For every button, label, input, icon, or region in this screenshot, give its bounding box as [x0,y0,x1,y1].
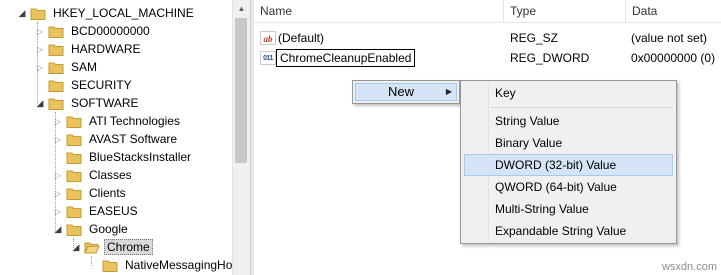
tree-item-nativemessaginghosts[interactable]: NativeMessagingHo [88,256,232,274]
menu-item-expandable-string-value[interactable]: Expandable String Value [464,220,673,242]
tree-item-label: Google [89,222,128,236]
tree-item-bluestacksinstaller[interactable]: BlueStacksInstaller [52,148,194,166]
folder-icon [66,169,82,182]
collapse-arrow-icon[interactable]: ▷ [52,202,64,220]
tree-item-label: HARDWARE [71,42,141,56]
folder-icon [66,151,82,164]
tree-item-hkey-local-machine[interactable]: ◢ HKEY_LOCAL_MACHINE [16,4,197,22]
expand-arrow-icon[interactable]: ◢ [70,238,82,256]
value-row[interactable]: ab (Default) REG_SZ (value not set) [254,28,721,48]
collapse-arrow-icon[interactable]: ▷ [34,58,46,76]
expand-arrow-icon[interactable]: ◢ [52,220,64,238]
column-header-data[interactable]: Data [626,0,721,22]
watermark: wsxdn.com [661,261,717,273]
expand-arrow-icon[interactable]: ◢ [34,94,46,112]
menu-item-binary-value[interactable]: Binary Value [464,132,673,154]
tree-item-clients[interactable]: ▷ Clients [52,184,129,202]
tree-item-label: NativeMessagingHo [125,258,232,272]
menu-item-key[interactable]: Key [464,82,673,104]
tree-item-label: SOFTWARE [71,96,139,110]
binary-value-icon: 011 [260,51,276,65]
value-row[interactable]: 011 ChromeCleanupEnabled REG_DWORD 0x000… [254,48,721,68]
tree-item-label: HKEY_LOCAL_MACHINE [53,6,194,20]
tree-item-hardware[interactable]: ▷ HARDWARE [34,40,144,58]
folder-icon [48,97,64,110]
folder-icon [30,7,46,20]
value-type: REG_SZ [510,31,559,45]
tree-item-sam[interactable]: ▷ SAM [34,58,100,76]
tree-item-security[interactable]: SECURITY [34,76,135,94]
context-menu: New ▶ [352,80,460,104]
registry-tree[interactable]: ◢ HKEY_LOCAL_MACHINE ▷ BCD00000000 ▷ HAR… [0,0,232,275]
tree-item-label: BCD00000000 [71,24,150,38]
collapse-arrow-icon[interactable]: ▷ [52,166,64,184]
tree-item-google[interactable]: ◢ Google [52,220,131,238]
menu-item-new[interactable]: New ▶ [355,83,457,101]
no-arrow [52,148,64,166]
folder-icon [48,79,64,92]
value-name-edit-field[interactable]: ChromeCleanupEnabled [276,49,416,67]
tree-item-classes[interactable]: ▷ Classes [52,166,135,184]
folder-icon [48,61,64,74]
tree-item-bcd00000000[interactable]: ▷ BCD00000000 [34,22,153,40]
collapse-arrow-icon[interactable]: ▷ [34,40,46,58]
expand-arrow-icon[interactable]: ◢ [16,4,28,22]
folder-icon [66,115,82,128]
menu-item-qword-value[interactable]: QWORD (64-bit) Value [464,176,673,198]
collapse-arrow-icon[interactable]: ▷ [52,130,64,148]
tree-item-label: ATI Technologies [89,114,180,128]
folder-icon [66,223,82,236]
menu-item-dword-value[interactable]: DWORD (32-bit) Value [464,154,673,176]
tree-item-easeus[interactable]: ▷ EASEUS [52,202,141,220]
tree-item-avast-software[interactable]: ▷ AVAST Software [52,130,180,148]
string-value-icon: ab [260,31,276,45]
tree-item-label: Classes [89,168,132,182]
tree-item-software[interactable]: ◢ SOFTWARE [34,94,142,112]
menu-separator [491,107,673,108]
no-arrow [88,256,100,274]
menu-item-string-value[interactable]: String Value [464,110,673,132]
tree-item-ati-technologies[interactable]: ▷ ATI Technologies [52,112,183,130]
new-submenu: Key String Value Binary Value DWORD (32-… [460,80,677,244]
open-folder-icon [84,241,100,254]
value-data: (value not set) [631,31,708,45]
scroll-up-arrow-icon[interactable]: ▲ [233,0,250,17]
folder-icon [66,187,82,200]
tree-item-label: Clients [89,186,126,200]
scrollbar-thumb[interactable] [235,18,247,163]
menu-item-multi-string-value[interactable]: Multi-String Value [464,198,673,220]
tree-item-label-selected: Chrome [104,239,153,255]
tree-item-chrome[interactable]: ◢ Chrome [70,238,153,256]
column-header-type[interactable]: Type [504,0,626,22]
folder-icon [66,133,82,146]
collapse-arrow-icon[interactable]: ▷ [52,184,64,202]
tree-item-label: EASEUS [89,204,138,218]
folder-icon [102,259,118,272]
value-name: (Default) [278,31,325,45]
collapse-arrow-icon[interactable]: ▷ [52,112,64,130]
folder-icon [48,43,64,56]
submenu-arrow-icon: ▶ [445,87,452,96]
column-header-name[interactable]: Name [254,0,504,22]
tree-item-label: BlueStacksInstaller [89,150,192,164]
folder-icon [48,25,64,38]
collapse-arrow-icon[interactable]: ▷ [34,22,46,40]
tree-item-label: AVAST Software [89,132,178,146]
value-data: 0x00000000 (0) [631,51,716,65]
list-header: Name Type Data [254,0,721,23]
value-type: REG_DWORD [510,51,590,65]
menu-item-label: New [388,84,415,99]
tree-item-label: SAM [71,60,98,74]
folder-icon [66,205,82,218]
tree-item-label: SECURITY [71,78,132,92]
no-arrow [34,76,46,94]
tree-vertical-scrollbar[interactable]: ▲ [232,0,250,275]
